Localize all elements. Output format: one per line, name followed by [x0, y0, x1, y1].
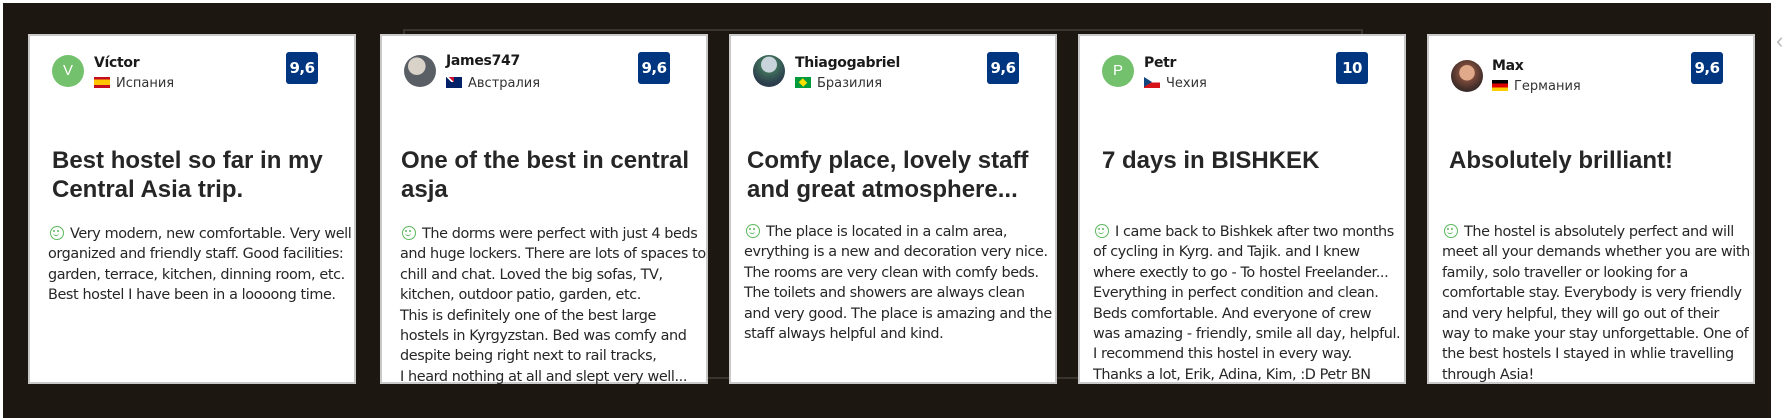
review-score-badge: 9,6 [638, 52, 670, 84]
review-text-content: The hostel is absolutely perfect and wil… [1442, 224, 1750, 383]
reviewer-name: Thiagogabriel [795, 55, 900, 71]
country-label: Испания [116, 76, 175, 91]
review-text-content: I came back to Bishkek after two months … [1093, 224, 1401, 383]
reviewer-name: Max [1492, 58, 1524, 74]
reviewer-country: Испания [94, 76, 174, 91]
review-text: The dorms were perfect with just 4 beds … [400, 224, 708, 387]
country-label: Германия [1514, 79, 1581, 94]
review-text: Very modern, new comfortable. Very well … [48, 224, 356, 306]
review-card[interactable]: V Víctor Испания 9,6 Best hostel so far … [28, 34, 356, 384]
smile-icon [50, 226, 64, 240]
reviewer-country: Германия [1492, 79, 1581, 94]
review-score-badge: 9,6 [1691, 52, 1723, 84]
review-card[interactable]: P Petr Чехия 10 7 days in BISHKEK I came… [1078, 34, 1406, 384]
review-score-badge: 9,6 [286, 52, 318, 84]
next-arrow-icon[interactable]: ‹ [1776, 28, 1783, 54]
avatar [1451, 60, 1483, 92]
avatar: V [52, 55, 84, 87]
smile-icon [402, 226, 416, 240]
review-title: One of the best in central asja [401, 147, 690, 203]
review-score-badge: 10 [1336, 52, 1368, 84]
reviewer-country: Чехия [1144, 76, 1207, 91]
reviewer-name: James747 [446, 53, 520, 69]
country-label: Австралия [468, 76, 541, 91]
review-card[interactable]: Thiagogabriel Бразилия 9,6 Comfy place, … [729, 34, 1057, 384]
review-card[interactable]: Max Германия 9,6 Absolutely brilliant! T… [1427, 34, 1755, 384]
review-text-content: Very modern, new comfortable. Very well … [48, 226, 352, 304]
country-label: Бразилия [817, 76, 883, 91]
australia-flag-icon [446, 77, 462, 88]
reviewer-name: Petr [1144, 55, 1177, 71]
avatar [404, 55, 436, 87]
reviewer-country: Австралия [446, 76, 540, 91]
review-text-content: The dorms were perfect with just 4 beds … [400, 226, 706, 385]
review-text-content: The place is located in a calm area, evr… [744, 224, 1052, 343]
review-text: The hostel is absolutely perfect and wil… [1442, 222, 1750, 385]
review-title: Best hostel so far in my Central Asia tr… [52, 147, 323, 203]
review-text: I came back to Bishkek after two months … [1093, 222, 1401, 385]
review-title: Absolutely brilliant! [1449, 147, 1674, 174]
smile-icon [1095, 224, 1109, 238]
review-text: The place is located in a calm area, evr… [744, 222, 1052, 344]
avatar [753, 55, 785, 87]
germany-flag-icon [1492, 80, 1508, 91]
review-title: Comfy place, lovely staff and great atmo… [747, 147, 1029, 203]
review-card[interactable]: James747 Австралия 9,6 One of the best i… [380, 34, 708, 387]
country-label: Чехия [1166, 76, 1207, 91]
czech-flag-icon [1144, 77, 1160, 88]
review-score-badge: 9,6 [987, 52, 1019, 84]
reviewer-name: Víctor [94, 55, 140, 71]
smile-icon [746, 224, 760, 238]
brazil-flag-icon [795, 77, 811, 88]
smile-icon [1444, 224, 1458, 238]
spain-flag-icon [94, 77, 110, 88]
reviewer-country: Бразилия [795, 76, 882, 91]
review-title: 7 days in BISHKEK [1102, 147, 1320, 174]
avatar: P [1102, 55, 1134, 87]
